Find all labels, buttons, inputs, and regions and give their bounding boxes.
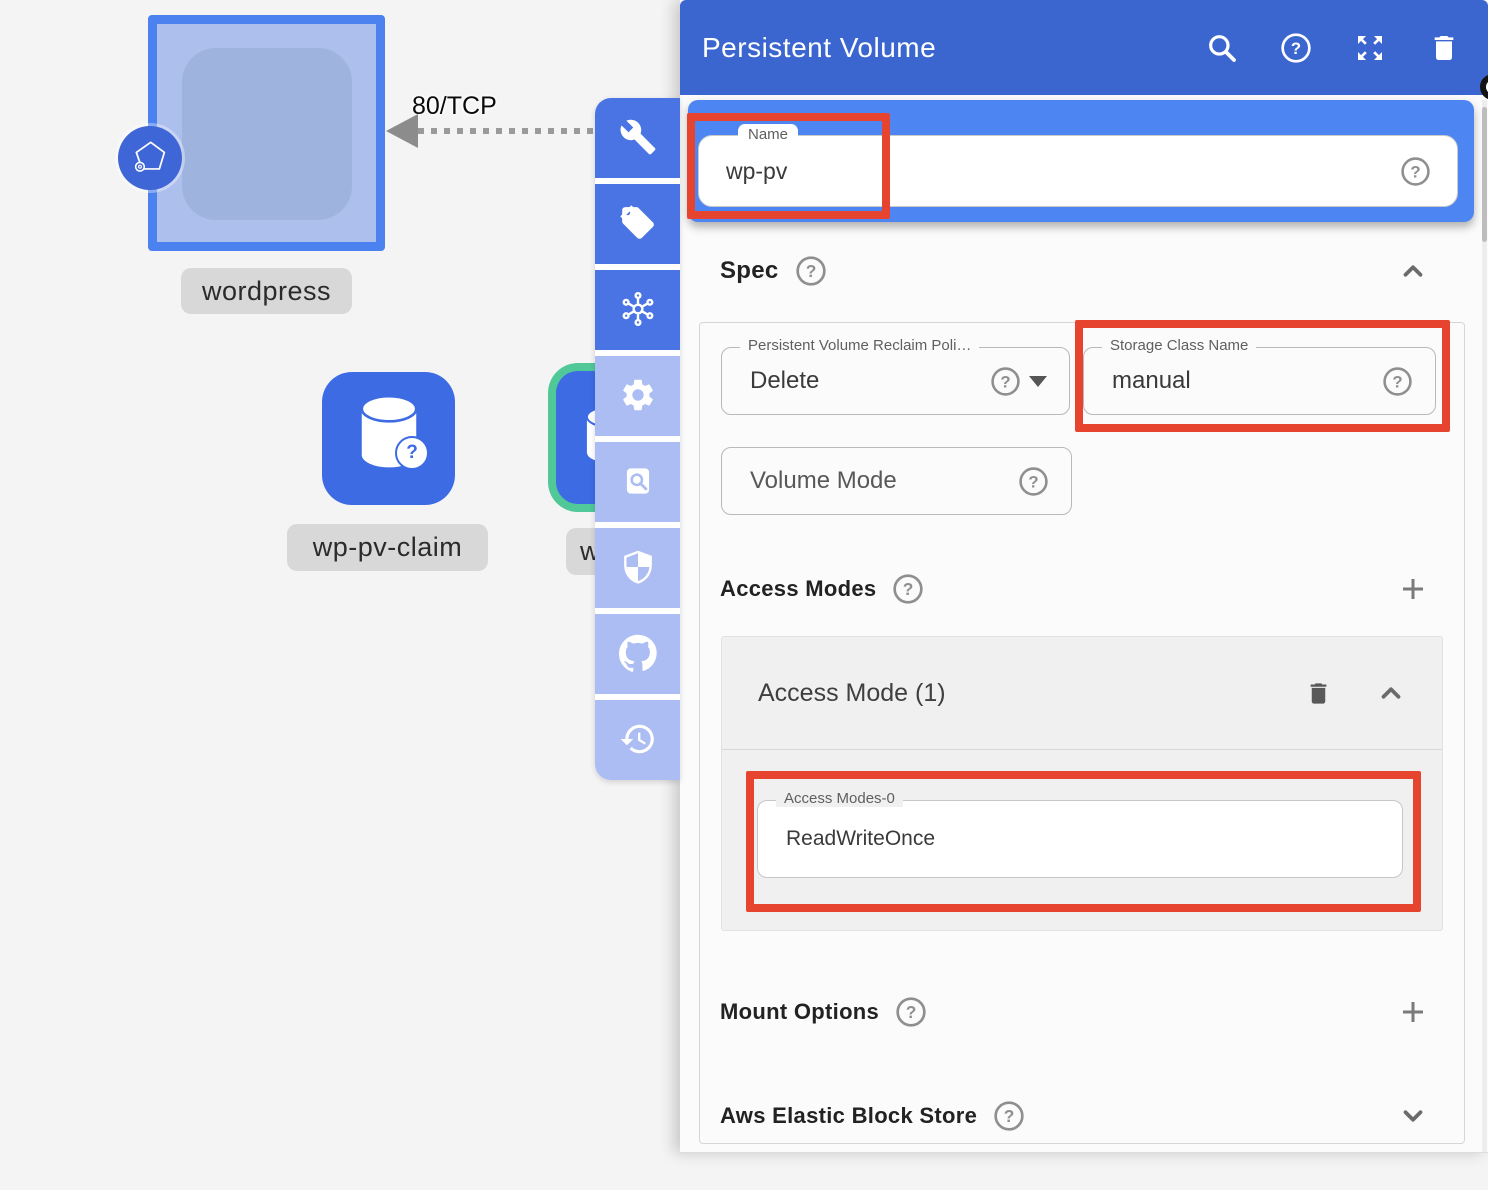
search-icon[interactable] [1206, 32, 1238, 64]
name-section: Name wp-pv ? [688, 100, 1474, 222]
edge-port-label: 80/TCP [412, 92, 497, 121]
svg-text:?: ? [903, 579, 914, 599]
mount-options-help-icon[interactable]: ? [895, 996, 927, 1028]
dropdown-caret-icon[interactable] [1029, 376, 1047, 387]
access-mode-card-title: Access Mode (1) [758, 679, 946, 708]
reclaim-policy-select[interactable]: Persistent Volume Reclaim Poli… Delete ? [721, 347, 1070, 415]
claim-question-badge: ? [395, 436, 429, 470]
storage-class-value: manual [1112, 367, 1191, 395]
svg-text:?: ? [1028, 472, 1038, 491]
gear-icon [619, 376, 657, 417]
tools-button[interactable] [595, 98, 680, 178]
add-access-mode-icon[interactable] [1398, 574, 1428, 604]
expand-icon[interactable] [1354, 32, 1386, 64]
access-modes-heading: Access Modes [720, 576, 876, 602]
hub-icon [619, 290, 657, 331]
svg-text:?: ? [1410, 162, 1420, 181]
panel-scrollbar[interactable] [1482, 100, 1487, 1152]
pod-pentagon-icon [127, 133, 173, 184]
access-mode-card: Access Mode (1) [721, 636, 1443, 931]
reclaim-policy-label: Persistent Volume Reclaim Poli… [740, 337, 979, 354]
wordpress-node-label: wordpress [181, 268, 352, 314]
name-field-label: Name [738, 124, 798, 145]
svg-text:?: ? [1000, 372, 1010, 391]
svg-text:?: ? [906, 1002, 917, 1022]
delete-icon[interactable] [1428, 32, 1460, 64]
tag-icon [619, 204, 657, 245]
history-icon [619, 720, 657, 761]
file-search-icon [619, 462, 657, 503]
svg-text:?: ? [1392, 372, 1402, 391]
svg-text:?: ? [805, 261, 816, 281]
persistent-volume-panel: Persistent Volume ? Name wp-pv ? Spec ? [680, 0, 1488, 1153]
access-mode-card-header[interactable]: Access Mode (1) [722, 637, 1442, 750]
help-icon[interactable]: ? [1280, 32, 1312, 64]
storage-class-input[interactable]: Storage Class Name manual ? [1083, 347, 1436, 415]
spec-collapse-chevron-up-icon[interactable] [1398, 256, 1428, 286]
shield-icon [619, 548, 657, 589]
security-button[interactable] [595, 528, 680, 608]
github-icon [619, 634, 657, 675]
edge-arrowhead-icon [386, 114, 418, 148]
app-canvas: wordpress 80/TCP ? wp-pv-claim w [0, 0, 1488, 1190]
access-mode-0-label: Access Modes-0 [776, 790, 903, 807]
wp-pv-claim-node-label: wp-pv-claim [287, 524, 488, 571]
reclaim-policy-help-icon[interactable]: ? [990, 366, 1021, 397]
delete-access-mode-icon[interactable] [1305, 680, 1332, 707]
svg-text:?: ? [1004, 1106, 1015, 1126]
reclaim-policy-value: Delete [750, 367, 819, 395]
canvas-toolbar [595, 98, 680, 780]
name-help-icon[interactable]: ? [1400, 156, 1431, 187]
volume-mode-help-icon[interactable]: ? [1018, 466, 1049, 497]
wordpress-pod-rect[interactable] [182, 48, 352, 220]
access-modes-help-icon[interactable]: ? [892, 573, 924, 605]
preview-button[interactable] [595, 442, 680, 522]
panel-title: Persistent Volume [702, 32, 936, 64]
wrench-icon [619, 118, 657, 159]
scrollbar-thumb[interactable] [1482, 107, 1487, 242]
github-button[interactable] [595, 614, 680, 694]
cluster-button[interactable] [595, 270, 680, 350]
storage-class-label: Storage Class Name [1102, 337, 1256, 354]
volume-mode-input[interactable]: Volume Mode ? [721, 447, 1072, 515]
add-mount-option-icon[interactable] [1398, 997, 1428, 1027]
panel-header: Persistent Volume ? [680, 0, 1488, 95]
storage-class-help-icon[interactable]: ? [1382, 366, 1413, 397]
access-mode-0-input[interactable]: Access Modes-0 ReadWriteOnce [757, 800, 1403, 878]
mount-options-heading: Mount Options [720, 999, 879, 1025]
spec-section-row: Spec ? [720, 246, 1428, 296]
access-modes-row: Access Modes ? [720, 564, 1428, 614]
access-mode-0-value: ReadWriteOnce [786, 827, 935, 851]
mount-options-row: Mount Options ? [720, 987, 1428, 1037]
settings-button[interactable] [595, 356, 680, 436]
pod-badge[interactable] [118, 126, 182, 190]
aws-ebs-expand-chevron-down-icon[interactable] [1398, 1101, 1428, 1131]
aws-ebs-help-icon[interactable]: ? [993, 1100, 1025, 1132]
volume-mode-placeholder: Volume Mode [750, 467, 897, 495]
labels-button[interactable] [595, 184, 680, 264]
aws-ebs-row: Aws Elastic Block Store ? [720, 1091, 1428, 1141]
spec-help-icon[interactable]: ? [795, 255, 827, 287]
aws-ebs-heading: Aws Elastic Block Store [720, 1103, 977, 1129]
edge-dotted-line [418, 128, 598, 134]
access-mode-collapse-chevron-up-icon[interactable] [1376, 678, 1406, 708]
spec-heading: Spec [720, 257, 779, 285]
svg-text:?: ? [1291, 39, 1301, 58]
history-button[interactable] [595, 700, 680, 780]
name-field-value: wp-pv [726, 158, 787, 185]
name-input[interactable]: Name wp-pv ? [698, 135, 1458, 207]
wp-pv-claim-node[interactable]: ? [322, 372, 455, 505]
